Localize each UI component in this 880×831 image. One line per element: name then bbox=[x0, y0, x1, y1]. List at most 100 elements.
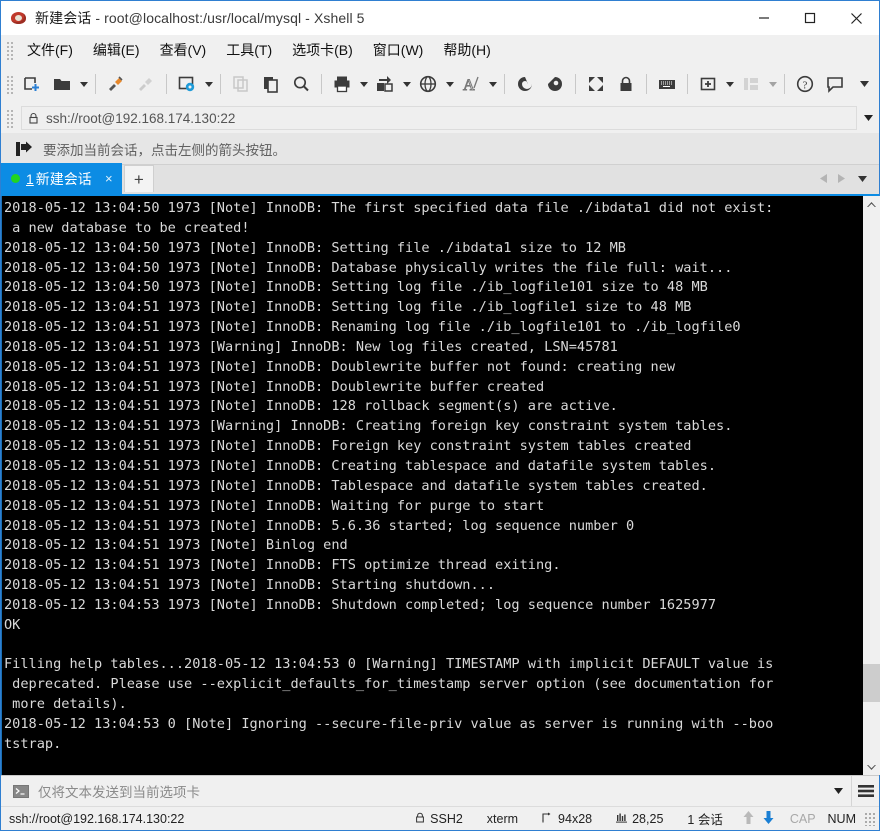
send-command-placeholder: 仅将文本发送到当前选项卡 bbox=[38, 785, 200, 800]
session-properties-icon[interactable] bbox=[172, 69, 202, 99]
paste-icon[interactable] bbox=[256, 69, 286, 99]
tab-status-dot-icon bbox=[11, 174, 20, 183]
print-icon[interactable] bbox=[327, 69, 357, 99]
send-target-dropdown-icon[interactable] bbox=[825, 776, 851, 806]
resize-grip[interactable] bbox=[864, 811, 876, 826]
layout-icon[interactable] bbox=[736, 69, 766, 99]
status-bar: ssh://root@192.168.174.130:22 SSH2 xterm bbox=[1, 806, 879, 830]
terminal-line: 2018-05-12 13:04:50 1973 [Note] InnoDB: … bbox=[4, 279, 708, 296]
globe-dropdown-icon[interactable] bbox=[443, 69, 456, 99]
resize-icon bbox=[542, 812, 553, 826]
menu-view[interactable]: 查看(V) bbox=[150, 36, 217, 64]
connect-plug-icon[interactable] bbox=[101, 69, 131, 99]
xshell-log-icon[interactable] bbox=[510, 69, 540, 99]
new-tab-button[interactable]: + bbox=[123, 165, 154, 192]
terminal-line: Filling help tables...2018-05-12 13:04:5… bbox=[4, 656, 774, 673]
minimize-button[interactable] bbox=[741, 1, 787, 35]
status-protocol-label: SSH2 bbox=[430, 811, 463, 826]
terminal-line: 2018-05-12 13:04:51 1973 [Note] Binlog e… bbox=[4, 537, 348, 554]
addressbar-grip[interactable] bbox=[5, 108, 13, 128]
status-protocol: SSH2 bbox=[403, 812, 475, 826]
window-controls bbox=[741, 1, 879, 35]
globe-icon[interactable] bbox=[413, 69, 443, 99]
window-title-session: 新建会话 bbox=[35, 10, 92, 26]
copy-icon[interactable] bbox=[226, 69, 256, 99]
open-folder-icon[interactable] bbox=[47, 69, 77, 99]
menu-help[interactable]: 帮助(H) bbox=[433, 36, 500, 64]
status-num-lock: NUM bbox=[827, 811, 856, 826]
terminal-line: 2018-05-12 13:04:53 0 [Note] Ignoring --… bbox=[4, 715, 774, 732]
maximize-button[interactable] bbox=[787, 1, 833, 35]
file-transfer-dropdown-icon[interactable] bbox=[400, 69, 413, 99]
menu-window[interactable]: 窗口(W) bbox=[363, 36, 434, 64]
menu-edit[interactable]: 编辑(E) bbox=[83, 36, 150, 64]
print-dropdown-icon[interactable] bbox=[357, 69, 370, 99]
scroll-up-button[interactable] bbox=[862, 196, 880, 213]
tab-close-icon[interactable]: × bbox=[102, 171, 116, 186]
fullscreen-icon[interactable] bbox=[581, 69, 611, 99]
file-transfer-icon[interactable] bbox=[370, 69, 400, 99]
svg-text:?: ? bbox=[803, 80, 808, 92]
menu-file[interactable]: 文件(F) bbox=[17, 36, 83, 64]
add-to-folder-dropdown-icon[interactable] bbox=[723, 69, 736, 99]
address-input[interactable]: ssh://root@192.168.174.130:22 bbox=[21, 106, 857, 130]
xshell-window: 新建会话 - root@localhost:/usr/local/mysql -… bbox=[0, 0, 880, 831]
status-term-type: xterm bbox=[486, 811, 519, 826]
terminal-line: 2018-05-12 13:04:51 1973 [Note] InnoDB: … bbox=[4, 557, 561, 574]
close-button[interactable] bbox=[833, 1, 879, 35]
toolbar-separator bbox=[166, 74, 167, 94]
terminal-output[interactable]: 2018-05-12 13:04:50 1973 [Note] InnoDB: … bbox=[2, 196, 862, 775]
add-to-folder-icon[interactable] bbox=[693, 69, 723, 99]
svg-text:A: A bbox=[463, 77, 475, 94]
toolbar-overflow-button[interactable] bbox=[854, 65, 875, 103]
scroll-down-button[interactable] bbox=[862, 758, 880, 775]
triangle-right-icon[interactable] bbox=[833, 169, 849, 189]
tab-index: 1 bbox=[26, 170, 34, 187]
open-folder-dropdown-icon[interactable] bbox=[77, 69, 90, 99]
arrow-down-icon bbox=[763, 810, 774, 827]
address-dropdown-icon[interactable] bbox=[857, 106, 879, 130]
keyboard-icon[interactable] bbox=[652, 69, 682, 99]
toolbar: A ? bbox=[1, 65, 879, 103]
help-icon[interactable]: ? bbox=[790, 69, 820, 99]
terminal-line: 2018-05-12 13:04:51 1973 [Note] InnoDB: … bbox=[4, 517, 635, 534]
feedback-icon[interactable] bbox=[820, 69, 850, 99]
toolbar-grip[interactable] bbox=[5, 74, 13, 94]
terminal-scrollbar[interactable] bbox=[862, 196, 880, 775]
new-session-icon[interactable] bbox=[17, 69, 47, 99]
layout-dropdown-icon[interactable] bbox=[766, 69, 779, 99]
find-icon[interactable] bbox=[286, 69, 316, 99]
terminal-line: 2018-05-12 13:04:51 1973 [Warning] InnoD… bbox=[4, 418, 733, 435]
title-bar: 新建会话 - root@localhost:/usr/local/mysql -… bbox=[1, 1, 879, 35]
terminal-line: 2018-05-12 13:04:51 1973 [Note] InnoDB: … bbox=[4, 438, 692, 455]
address-value: ssh://root@192.168.174.130:22 bbox=[46, 110, 236, 126]
address-bar: ssh://root@192.168.174.130:22 bbox=[1, 103, 879, 133]
triangle-left-icon[interactable] bbox=[815, 169, 831, 189]
scrollbar-track[interactable] bbox=[862, 213, 880, 758]
window-title: 新建会话 - root@localhost:/usr/local/mysql -… bbox=[35, 8, 365, 28]
terminal-line: 2018-05-12 13:04:51 1973 [Note] InnoDB: … bbox=[4, 477, 708, 494]
menu-tools[interactable]: 工具(T) bbox=[216, 36, 282, 64]
window-title-rest: - root@localhost:/usr/local/mysql - Xshe… bbox=[91, 10, 365, 26]
scrollbar-thumb[interactable] bbox=[862, 664, 880, 702]
font-size-icon[interactable]: A bbox=[456, 69, 486, 99]
lock-icon[interactable] bbox=[611, 69, 641, 99]
xftp-icon[interactable] bbox=[540, 69, 570, 99]
lock-icon bbox=[415, 812, 425, 826]
toolbar-separator bbox=[504, 74, 505, 94]
disconnect-plug-icon[interactable] bbox=[131, 69, 161, 99]
tab-list-dropdown-icon[interactable] bbox=[851, 169, 873, 189]
terminal-line: 2018-05-12 13:04:53 1973 [Note] InnoDB: … bbox=[4, 596, 717, 613]
terminal-line: 2018-05-12 13:04:51 1973 [Note] InnoDB: … bbox=[4, 358, 676, 375]
status-size-label: 94x28 bbox=[558, 811, 593, 826]
menu-tabs[interactable]: 选项卡(B) bbox=[282, 36, 363, 64]
hamburger-menu-icon[interactable] bbox=[851, 776, 879, 806]
font-size-dropdown-icon[interactable] bbox=[486, 69, 499, 99]
terminal-line: tstrap. bbox=[4, 735, 62, 752]
add-session-arrow-icon[interactable] bbox=[15, 141, 33, 157]
tab-session-1[interactable]: 1 新建会话 × bbox=[1, 163, 122, 194]
menubar-grip[interactable] bbox=[5, 40, 13, 60]
session-properties-dropdown-icon[interactable] bbox=[202, 69, 215, 99]
status-size: 94x28 bbox=[530, 812, 604, 826]
tab-bar-controls bbox=[815, 163, 879, 194]
